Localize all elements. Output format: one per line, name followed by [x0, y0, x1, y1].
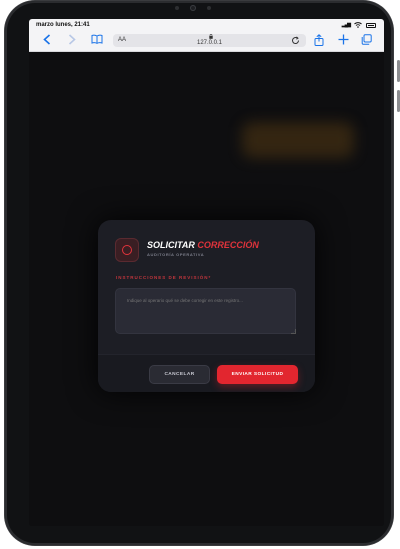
web-page: SOLICITAR CORRECCIÓN AUDITORÍA OPERATIVA… [29, 52, 384, 526]
background-button-blur [242, 122, 354, 158]
forward-icon[interactable] [68, 34, 76, 47]
modal-title-main: SOLICITAR [147, 240, 195, 250]
sensor-dot [207, 6, 211, 10]
address-bar[interactable]: AA 127.0.0.1 [113, 33, 306, 48]
status-time: marzo lunes, 21:41 [36, 22, 90, 28]
share-icon[interactable] [314, 34, 324, 48]
status-bar: marzo lunes, 21:41 ▂▄▆ [29, 19, 384, 31]
modal-title: SOLICITAR CORRECCIÓN [147, 240, 259, 250]
resize-handle[interactable] [291, 329, 296, 334]
signal-icon: ▂▄▆ [341, 22, 351, 28]
sensor-dot [175, 6, 179, 10]
browser-toolbar: AA 127.0.0.1 [29, 31, 384, 52]
status-icons: ▂▄▆ [342, 22, 376, 28]
camera-bar [175, 5, 211, 11]
correction-modal: SOLICITAR CORRECCIÓN AUDITORÍA OPERATIVA… [98, 220, 315, 392]
battery-icon [366, 22, 376, 28]
send-request-button[interactable]: ENVIAR SOLICITUD [217, 365, 298, 384]
modal-header: SOLICITAR CORRECCIÓN AUDITORÍA OPERATIVA [98, 220, 315, 267]
book-icon[interactable] [91, 34, 103, 46]
wifi-icon [354, 22, 362, 28]
cancel-button[interactable]: CANCELAR [149, 365, 210, 384]
instructions-label: INSTRUCCIONES DE REVISIÓN* [116, 275, 212, 280]
circle-icon [115, 238, 139, 262]
instructions-textarea[interactable] [115, 288, 296, 334]
modal-title-accent: CORRECCIÓN [197, 240, 259, 250]
url-text: 127.0.0.1 [196, 40, 223, 46]
modal-footer: CANCELAR ENVIAR SOLICITUD [98, 354, 315, 392]
reload-icon[interactable] [291, 34, 300, 48]
plus-icon[interactable] [338, 34, 349, 47]
circle-icon-ring [122, 245, 132, 255]
tablet-frame: marzo lunes, 21:41 ▂▄▆ AA 127.0.0.1 SOLI… [5, 1, 393, 545]
camera-icon [190, 5, 196, 11]
modal-subtitle: AUDITORÍA OPERATIVA [147, 252, 205, 257]
back-icon[interactable] [43, 34, 51, 47]
tabs-icon[interactable] [361, 34, 372, 47]
screen: marzo lunes, 21:41 ▂▄▆ AA 127.0.0.1 SOLI… [29, 19, 384, 526]
